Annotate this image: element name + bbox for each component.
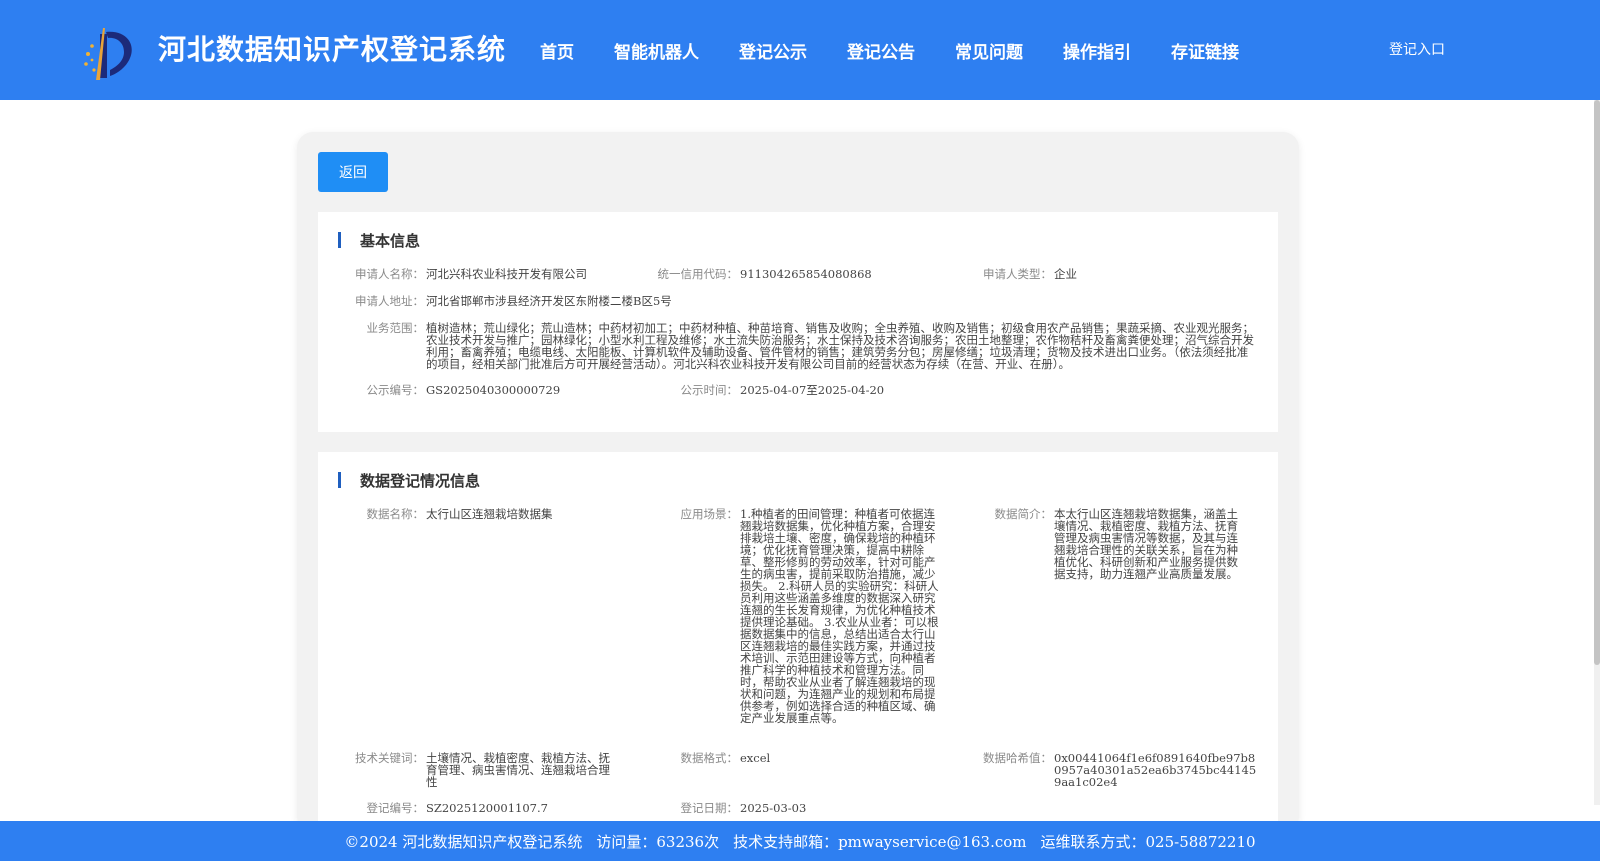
nav-public-notice[interactable]: 登记公示 <box>739 38 807 63</box>
scrollbar-thumb[interactable] <box>1594 100 1600 665</box>
nav-guide[interactable]: 操作指引 <box>1063 38 1131 63</box>
data-format-field: 数据格式： excel <box>681 751 940 765</box>
back-button[interactable]: 返回 <box>318 152 388 192</box>
reg-date-field: 登记日期： 2025-03-03 <box>681 801 940 815</box>
footer-visits: 访问量：63236次 <box>596 832 720 851</box>
scenario-field: 应用场景： 1.种植者的田间管理：种植者可依据连翘栽培数据集，优化种植方案，合理… <box>681 507 940 725</box>
nav-faq[interactable]: 常见问题 <box>955 38 1023 63</box>
reg-no-label: 登记编号： <box>366 801 425 815</box>
applicant-name-field: 申请人名称： 河北兴科农业科技开发有限公司 <box>355 267 626 281</box>
notice-no-label: 公示编号： <box>366 383 425 397</box>
detail-card: 返回 基本信息 申请人名称： 河北兴科农业科技开发有限公司 统一信用代码： 91… <box>297 132 1299 832</box>
notice-time-value: 2025-04-07至2025-04-20 <box>740 383 885 397</box>
basic-info-section: 基本信息 申请人名称： 河北兴科农业科技开发有限公司 统一信用代码： 91130… <box>318 212 1278 432</box>
credit-code-value: 911304265854080868 <box>740 267 872 281</box>
data-hash-label: 数据哈希值： <box>983 751 1052 765</box>
business-scope-label: 业务范围： <box>366 321 425 335</box>
top-header: 河北数据知识产权登记系统 首页 智能机器人 登记公示 登记公告 常见问题 操作指… <box>0 0 1600 100</box>
scenario-label: 应用场景： <box>680 507 739 521</box>
notice-no-value: GS2025040300000729 <box>426 383 561 397</box>
keywords-value: 土壤情况、栽植密度、栽植方法、抚育管理、病虫害情况、连翘栽培合理性 <box>426 751 610 789</box>
credit-code-field: 统一信用代码： 911304265854080868 <box>658 267 940 281</box>
applicant-name-label: 申请人名称： <box>355 267 424 281</box>
data-registration-title: 数据登记情况信息 <box>338 470 480 491</box>
reg-date-label: 登记日期： <box>680 801 739 815</box>
footer-ops-phone: 运维联系方式：025-58872210 <box>1040 832 1256 851</box>
applicant-type-value: 企业 <box>1054 267 1077 281</box>
footer-copyright: ©2024 河北数据知识产权登记系统 <box>344 832 583 851</box>
scenario-value: 1.种植者的田间管理：种植者可依据连翘栽培数据集，优化种植方案，合理安排栽培土壤… <box>740 507 939 725</box>
address-value: 河北省邯郸市涉县经济开发区东附楼二楼B区5号 <box>426 294 672 308</box>
keywords-label: 技术关键词： <box>355 751 424 765</box>
applicant-type-label: 申请人类型： <box>983 267 1052 281</box>
nav-home[interactable]: 首页 <box>540 38 574 63</box>
reg-no-value: SZ2025120001107.7 <box>426 801 548 815</box>
address-label: 申请人地址： <box>355 294 424 308</box>
notice-no-field: 公示编号： GS2025040300000729 <box>367 383 626 397</box>
system-logo-icon <box>84 28 132 80</box>
data-hash-field: 数据哈希值： 0x00441064f1e6f0891640fbe97b80957… <box>983 751 1259 789</box>
basic-info-title: 基本信息 <box>338 230 420 251</box>
page-scrollbar[interactable] <box>1594 100 1600 805</box>
nav-announcement[interactable]: 登记公告 <box>847 38 915 63</box>
nav-robot[interactable]: 智能机器人 <box>614 38 699 63</box>
data-intro-value: 本太行山区连翘栽培数据集，涵盖土壤情况、栽植密度、栽植方法、抚育管理及病虫害情况… <box>1054 507 1238 581</box>
reg-no-field: 登记编号： SZ2025120001107.7 <box>367 801 626 815</box>
reg-date-value: 2025-03-03 <box>740 801 807 815</box>
page-footer: ©2024 河北数据知识产权登记系统 访问量：63236次 技术支持邮箱：pmw… <box>0 821 1600 861</box>
nav-evidence-link[interactable]: 存证链接 <box>1171 38 1239 63</box>
data-hash-value: 0x00441064f1e6f0891640fbe97b80957a40301a… <box>1054 751 1257 789</box>
data-name-label: 数据名称： <box>366 507 425 521</box>
main-nav: 首页 智能机器人 登记公示 登记公告 常见问题 操作指引 存证链接 <box>520 0 1259 100</box>
data-name-value: 太行山区连翘栽培数据集 <box>426 507 553 521</box>
business-scope-value: 植树造林；荒山绿化；荒山造林；中药材初加工；中药材种植、种苗培育、销售及收购；全… <box>426 321 1254 371</box>
keywords-field: 技术关键词： 土壤情况、栽植密度、栽植方法、抚育管理、病虫害情况、连翘栽培合理性 <box>355 751 621 789</box>
data-intro-field: 数据简介： 本太行山区连翘栽培数据集，涵盖土壤情况、栽植密度、栽植方法、抚育管理… <box>995 507 1249 581</box>
data-intro-label: 数据简介： <box>994 507 1053 521</box>
credit-code-label: 统一信用代码： <box>657 267 739 281</box>
footer-support-email: 技术支持邮箱：pmwayservice@163.com <box>733 832 1027 851</box>
notice-time-label: 公示时间： <box>680 383 739 397</box>
data-name-field: 数据名称： 太行山区连翘栽培数据集 <box>367 507 626 521</box>
notice-time-field: 公示时间： 2025-04-07至2025-04-20 <box>681 383 960 397</box>
applicant-name-value: 河北兴科农业科技开发有限公司 <box>426 267 587 281</box>
data-format-value: excel <box>740 751 771 765</box>
login-link[interactable]: 登记入口 <box>1389 39 1445 59</box>
data-format-label: 数据格式： <box>680 751 739 765</box>
business-scope-field: 业务范围： 植树造林；荒山绿化；荒山造林；中药材初加工；中药材种植、种苗培育、销… <box>367 321 1258 371</box>
applicant-type-field: 申请人类型： 企业 <box>983 267 1204 281</box>
address-field: 申请人地址： 河北省邯郸市涉县经济开发区东附楼二楼B区5号 <box>355 294 826 308</box>
site-title: 河北数据知识产权登记系统 <box>158 33 507 66</box>
data-registration-section: 数据登记情况信息 数据名称： 太行山区连翘栽培数据集 应用场景： 1.种植者的田… <box>318 452 1278 832</box>
